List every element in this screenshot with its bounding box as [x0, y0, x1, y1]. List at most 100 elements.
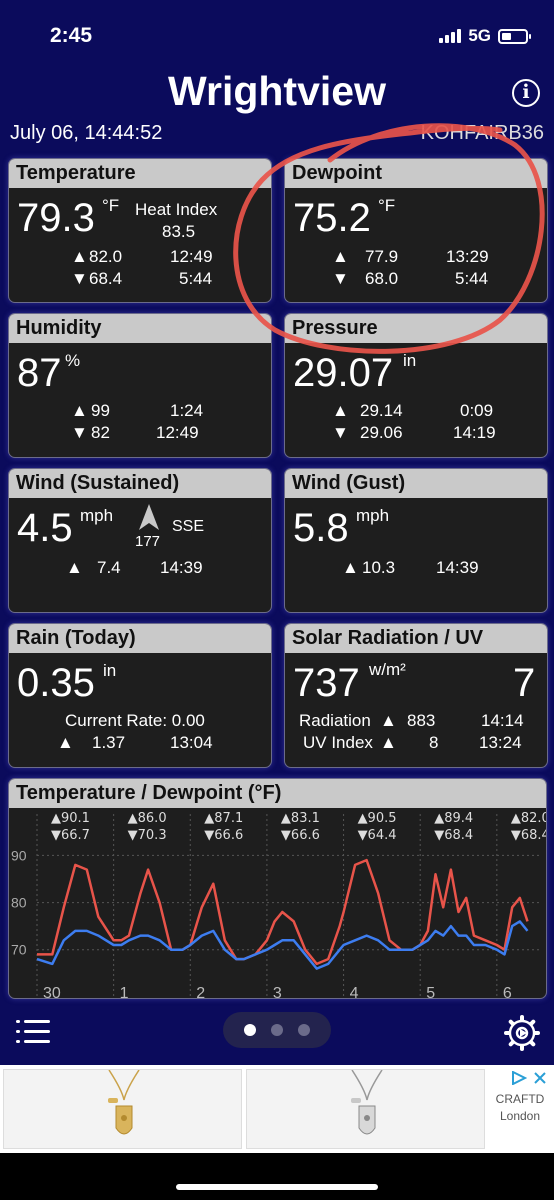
dewpoint-unit: °F	[378, 196, 396, 215]
rain-current-rate: Current Rate: 0.00	[65, 711, 205, 730]
wind-sustained-high-time: 14:39	[160, 558, 203, 577]
humidity-high: 99	[91, 401, 110, 420]
dewpoint-low-time: 5:44	[455, 269, 489, 288]
low-arrow-icon: ▼	[332, 269, 349, 288]
ad-choices-icon[interactable]	[511, 1071, 527, 1085]
list-menu-icon[interactable]	[16, 1019, 50, 1045]
rain-value: 0.35	[17, 661, 95, 705]
daily-high-label: ▲83.1	[281, 811, 320, 826]
humidity-unit: %	[65, 351, 81, 370]
wind-direction-arrow-icon	[139, 504, 159, 530]
pressure-unit: in	[403, 351, 417, 370]
wind-gust-high-time: 14:39	[436, 558, 479, 577]
radiation-high-time: 14:14	[481, 711, 524, 730]
solar-uv-tile[interactable]: Solar Radiation / UV 737 w/m² 7 Radiatio…	[284, 623, 548, 768]
wind-gust-value: 5.8	[293, 506, 349, 550]
low-arrow-icon: ▼	[332, 423, 349, 442]
daily-low-label: ▼66.7	[51, 828, 90, 843]
high-arrow-icon: ▲	[342, 558, 359, 577]
daily-low-label: ▼64.4	[358, 828, 397, 843]
low-arrow-icon: ▼	[71, 423, 88, 442]
y-tick-label: 80	[11, 895, 27, 911]
pressure-low-time: 14:19	[453, 423, 496, 442]
wind-gust-tile[interactable]: Wind (Gust) 5.8 mph ▲ 10.3 14:39	[284, 468, 548, 613]
x-tick-label: 2	[196, 985, 205, 999]
status-time: 2:45	[50, 24, 93, 47]
dewpoint-tile[interactable]: Dewpoint 75.2 °F ▲ 77.9 13:29 ▼ 68.0 5:4…	[284, 158, 548, 303]
x-tick-label: 1	[120, 985, 129, 999]
humidity-tile[interactable]: Humidity 87 % ▲ 99 1:24 ▼ 82 12:49	[8, 313, 272, 458]
daily-high-label: ▲86.0	[128, 811, 167, 826]
high-arrow-icon: ▲	[332, 401, 349, 420]
radiation-label: Radiation	[299, 711, 371, 730]
humidity-high-time: 1:24	[170, 401, 204, 420]
tile-title: Rain (Today)	[9, 624, 271, 653]
heat-index-value: 83.5	[162, 222, 196, 241]
high-arrow-icon: ▲	[380, 733, 397, 752]
uv-label: UV Index	[303, 733, 373, 752]
wind-sustained-unit: mph	[80, 506, 114, 525]
heat-index-label: Heat Index	[135, 200, 218, 219]
page-dot[interactable]	[298, 1024, 310, 1036]
ad-brand[interactable]: CRAFTD London	[488, 1091, 552, 1125]
ad-brand-name: CRAFTD	[495, 1092, 545, 1106]
home-indicator[interactable]	[176, 1184, 378, 1190]
low-arrow-icon: ▼	[71, 269, 88, 288]
daily-low-label: ▼66.6	[204, 828, 243, 843]
uv-value: 7	[513, 661, 536, 705]
status-right: 5G	[439, 26, 531, 46]
wind-sustained-value: 4.5	[17, 506, 73, 550]
temperature-tile[interactable]: Temperature 79.3 °F Heat Index 83.5 ▲ 82…	[8, 158, 272, 303]
temperature-dewpoint-chart-tile[interactable]: Temperature / Dewpoint (°F) 90 80 70 30 ▲90.…	[8, 778, 547, 999]
pressure-tile[interactable]: Pressure 29.07 in ▲ 29.14 0:09 ▼ 29.06 1…	[284, 313, 548, 458]
daily-high-label: ▲90.1	[51, 811, 90, 826]
chart-title: Temperature / Dewpoint (°F)	[9, 779, 546, 808]
wind-sustained-tile[interactable]: Wind (Sustained) 4.5 mph 177 SSE ▲ 7.4 1…	[8, 468, 272, 613]
info-icon[interactable]: i	[512, 79, 540, 107]
daily-high-label: ▲82.0	[511, 811, 547, 826]
dewpoint-high: 77.9	[365, 247, 399, 266]
daily-high-label: ▲90.5	[358, 811, 397, 826]
daily-low-label: ▼70.3	[128, 828, 167, 843]
x-tick-label: 6	[503, 985, 512, 999]
pressure-high: 29.14	[360, 401, 403, 420]
ad-banner[interactable]: CRAFTD London	[0, 1065, 554, 1153]
temperature-unit: °F	[102, 196, 120, 215]
page-dot-active[interactable]	[244, 1024, 256, 1036]
high-arrow-icon: ▲	[332, 247, 349, 266]
signal-icon	[439, 29, 462, 43]
wind-direction-degrees: 177	[135, 533, 161, 550]
wind-gust-high: 10.3	[362, 558, 396, 577]
rain-tile[interactable]: Rain (Today) 0.35 in Current Rate: 0.00 …	[8, 623, 272, 768]
high-arrow-icon: ▲	[66, 558, 83, 577]
station-id: KOHFAIRB36	[420, 122, 544, 144]
humidity-value: 87	[17, 351, 62, 395]
settings-gear-icon[interactable]	[504, 1015, 540, 1051]
page-indicator[interactable]	[223, 1012, 331, 1048]
pressure-low: 29.06	[360, 423, 403, 442]
page-dot[interactable]	[271, 1024, 283, 1036]
daily-high-label: ▲89.4	[434, 811, 473, 826]
tile-title: Solar Radiation / UV	[285, 624, 547, 653]
temperature-dewpoint-chart: 90 80 70 30 ▲90.1 ▼66.7 1 ▲86.0 ▼70.3 2 ▲87.1 ▼66.6…	[11, 811, 547, 999]
high-arrow-icon: ▲	[71, 401, 88, 420]
observation-datetime: July 06, 14:44:52	[10, 122, 163, 144]
radiation-high: 883	[407, 711, 436, 730]
tile-title: Humidity	[9, 314, 271, 343]
tile-title: Wind (Sustained)	[9, 469, 271, 498]
x-tick-label: 5	[426, 985, 435, 999]
ad-product-image-silver[interactable]	[246, 1069, 485, 1149]
status-bar: 2:45 5G	[0, 0, 554, 70]
temperature-high: 82.0	[89, 247, 123, 266]
dewpoint-high-time: 13:29	[446, 247, 489, 266]
rain-high-time: 13:04	[170, 733, 213, 752]
ad-brand-city: London	[499, 1109, 541, 1123]
ad-product-image-gold[interactable]	[3, 1069, 242, 1149]
solar-unit: w/m²	[369, 660, 406, 679]
rain-unit: in	[103, 661, 117, 680]
ad-close-icon[interactable]	[533, 1071, 547, 1085]
network-label: 5G	[468, 26, 491, 45]
battery-icon	[498, 28, 531, 44]
pressure-high-time: 0:09	[460, 401, 494, 420]
dewpoint-value: 75.2	[293, 196, 371, 240]
